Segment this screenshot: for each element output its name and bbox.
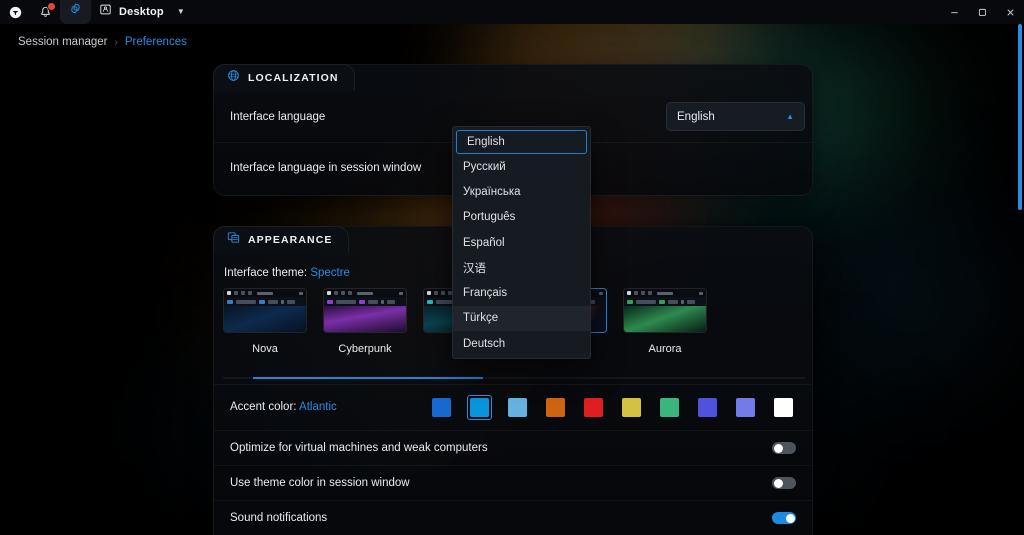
theme-preview [223,288,307,333]
interface-language-dropdown[interactable]: EnglishРусскийУкраїнськаPortuguêsEspañol… [452,126,591,359]
accent-swatch-emerald[interactable] [657,395,682,420]
swatch-color [470,398,489,417]
breadcrumb-preferences[interactable]: Preferences [125,36,187,48]
setting-row: Optimize for virtual machines and weak c… [214,430,812,465]
theme-carousel-scrollbar-thumb[interactable] [253,377,483,379]
accent-color-value: Atlantic [299,401,337,413]
section-localization-header: LOCALIZATION [213,64,355,91]
swatch-color [736,398,755,417]
row-accent-color: Accent color: Atlantic [214,384,812,430]
globe-icon [227,69,240,87]
session-tab-label: Desktop [119,6,164,18]
minimize-button[interactable] [940,0,968,24]
setting-toggle[interactable] [772,442,796,454]
theme-card[interactable]: Cyberpunk [323,288,407,355]
accent-swatch-white[interactable] [771,395,796,420]
setting-label: Optimize for virtual machines and weak c… [230,442,488,454]
interface-theme-label: Interface theme: [224,267,307,279]
windows-icon [227,231,240,249]
monitor-icon [99,3,112,21]
swatch-color [546,398,565,417]
setting-toggle[interactable] [772,512,796,524]
app-logo-icon[interactable] [0,0,30,24]
theme-preview [623,288,707,333]
setting-row: Sound notifications [214,500,812,535]
toggle-knob [786,514,795,523]
breadcrumb: Session manager › Preferences [18,36,187,48]
theme-carousel-scrollbar[interactable] [223,377,805,379]
theme-name: Cyberpunk [323,343,407,355]
setting-toggle[interactable] [772,477,796,489]
accent-swatch-sky[interactable] [505,395,530,420]
theme-name: Aurora [623,343,707,355]
section-appearance-header: APPEARANCE [213,226,349,253]
accent-swatch-indigo[interactable] [695,395,720,420]
notification-badge [47,2,56,11]
page-scrollbar-thumb[interactable] [1018,24,1022,210]
setting-row: Use theme color in session window [214,465,812,500]
dropdown-option[interactable]: Українська [453,179,590,204]
breadcrumb-session-manager[interactable]: Session manager [18,36,108,48]
title-bar: Desktop ▼ [0,0,1024,24]
tab-session-desktop[interactable]: Desktop ▼ [91,0,191,24]
notifications-button[interactable] [30,0,60,24]
appearance-toggle-list: Optimize for virtual machines and weak c… [214,430,812,535]
accent-color-swatches [429,395,796,420]
swatch-color [698,398,717,417]
setting-label: Use theme color in session window [230,477,410,489]
close-button[interactable] [996,0,1024,24]
chevron-down-icon[interactable]: ▼ [177,8,185,16]
dropdown-option[interactable]: 汉语 [453,255,590,280]
dropdown-option[interactable]: Deutsch [453,331,590,356]
preferences-content: LOCALIZATION Interface language Interfac… [0,52,1024,535]
accent-color-caption: Accent color: Atlantic [230,401,337,413]
swatch-color [584,398,603,417]
theme-name: Nova [223,343,307,355]
dropdown-option[interactable]: Português [453,205,590,230]
accent-swatch-atlantic[interactable] [467,395,492,420]
swatch-color [660,398,679,417]
row-label: Interface language in session window [230,162,421,174]
interface-language-select[interactable]: English ▲ [666,102,805,131]
interface-theme-value: Spectre [310,267,350,279]
toggle-knob [774,479,783,488]
app-window: Desktop ▼ Session manager › Preferences [0,0,1024,535]
dropdown-option[interactable]: Türkçe [453,306,590,331]
accent-swatch-gold[interactable] [619,395,644,420]
swatch-color [622,398,641,417]
interface-theme-caption: Interface theme: Spectre [224,267,350,279]
theme-card[interactable]: Aurora [623,288,707,355]
section-appearance-title: APPEARANCE [248,234,333,246]
dropdown-option[interactable]: Français [453,280,590,305]
row-label: Interface language [230,111,325,123]
breadcrumb-separator-icon: › [115,37,118,48]
gear-icon [69,3,82,21]
dropdown-option[interactable]: Русский [453,154,590,179]
accent-swatch-lavender[interactable] [733,395,758,420]
theme-preview [323,288,407,333]
maximize-button[interactable] [968,0,996,24]
accent-swatch-amber[interactable] [543,395,568,420]
swatch-color [774,398,793,417]
section-localization-title: LOCALIZATION [248,72,339,84]
accent-swatch-crimson[interactable] [581,395,606,420]
chevron-up-icon[interactable]: ▲ [786,112,794,121]
titlebar-drag-area [191,0,940,24]
dropdown-option[interactable]: English [456,130,587,154]
accent-swatch-azure[interactable] [429,395,454,420]
setting-label: Sound notifications [230,512,327,524]
theme-card[interactable]: Nova [223,288,307,355]
select-value: English [677,111,715,123]
tab-settings[interactable] [60,0,91,24]
accent-color-label: Accent color: [230,401,296,413]
dropdown-option[interactable]: Español [453,230,590,255]
swatch-color [432,398,451,417]
toggle-knob [774,444,783,453]
swatch-color [508,398,527,417]
